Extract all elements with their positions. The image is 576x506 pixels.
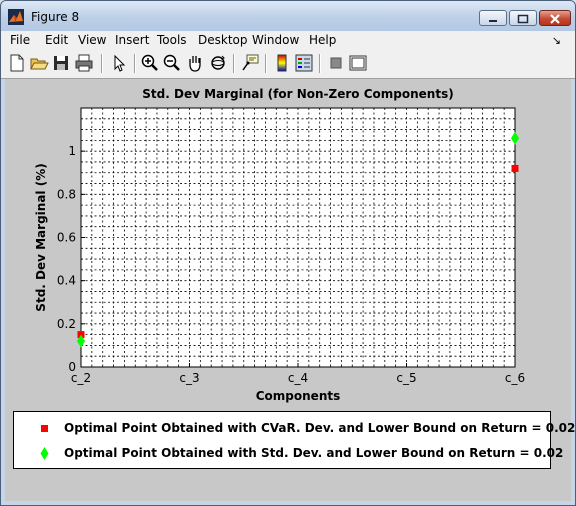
x-axis-label: Components: [256, 389, 341, 403]
minimize-icon: [489, 20, 497, 22]
y-tick-label: 0.6: [57, 231, 76, 245]
y-tick-label: 0.8: [57, 187, 76, 201]
legend-diamond-marker-icon: [40, 447, 49, 460]
menubar-dock-arrow-icon[interactable]: ↘: [552, 34, 561, 47]
zoom-in-icon[interactable]: [140, 53, 160, 73]
save-icon[interactable]: [51, 53, 71, 73]
y-tick-label: 1: [68, 144, 76, 158]
close-button[interactable]: [539, 10, 571, 26]
maximize-button[interactable]: [509, 10, 537, 26]
menu-window[interactable]: Window: [252, 33, 299, 47]
hide-plot-tools-icon[interactable]: [326, 53, 346, 73]
menu-insert[interactable]: Insert: [115, 33, 149, 47]
pan-hand-icon[interactable]: [185, 53, 205, 73]
legend[interactable]: Optimal Point Obtained with CVaR. Dev. a…: [13, 411, 575, 469]
title-bar[interactable]: Figure 8: [1, 1, 575, 31]
close-icon: [550, 14, 560, 24]
x-tick-label: c_4: [288, 371, 308, 385]
zoom-out-icon[interactable]: [162, 53, 182, 73]
figure-toolbar: [1, 50, 575, 79]
open-file-icon[interactable]: [29, 53, 49, 73]
menu-bar: File Edit View Insert Tools Desktop Wind…: [1, 31, 575, 50]
figure-window: Figure 8 File Edit View Insert Tools Des…: [0, 0, 576, 506]
menu-view[interactable]: View: [78, 33, 106, 47]
menu-tools[interactable]: Tools: [157, 33, 187, 47]
legend-label-cvar: Optimal Point Obtained with CVaR. Dev. a…: [64, 421, 576, 435]
insert-legend-icon[interactable]: [294, 53, 314, 73]
y-tick-label: 0.4: [57, 274, 76, 288]
legend-entry-cvar: Optimal Point Obtained with CVaR. Dev. a…: [14, 419, 575, 439]
rotate-3d-icon[interactable]: [208, 53, 228, 73]
menu-file[interactable]: File: [10, 33, 30, 47]
maximize-icon: [517, 14, 529, 24]
insert-colorbar-icon[interactable]: [272, 53, 292, 73]
x-tick-label: c_6: [505, 371, 525, 385]
legend-label-stddev: Optimal Point Obtained with Std. Dev. an…: [64, 446, 564, 460]
edit-plot-arrow-icon[interactable]: [109, 53, 129, 73]
minimize-button[interactable]: [479, 10, 507, 26]
plot-axes[interactable]: 00.20.40.60.81c_2 c_3 c_4 c_5 c_6 Std. Dev M…: [5, 79, 571, 409]
legend-square-marker-icon: [41, 425, 48, 432]
x-tick-label: c_3: [179, 371, 199, 385]
print-icon[interactable]: [74, 53, 94, 73]
menu-edit[interactable]: Edit: [45, 33, 68, 47]
plot-title: Std. Dev Marginal (for Non-Zero Componen…: [142, 87, 453, 101]
matlab-icon: [8, 9, 24, 25]
menu-help[interactable]: Help: [309, 33, 336, 47]
new-figure-icon[interactable]: [7, 53, 27, 73]
y-tick-label: 0.2: [57, 317, 76, 331]
window-title: Figure 8: [31, 10, 80, 24]
y-axis-label: Std. Dev Marginal (%): [34, 163, 48, 311]
data-cursor-icon[interactable]: [240, 53, 260, 73]
x-tick-label: c_2: [71, 371, 91, 385]
figure-canvas: 0 0.2 0.4 0.6 0.8 1 c_2 c_3 c_4 c_5 c_6 Std. Dev M…: [5, 79, 575, 501]
menu-desktop[interactable]: Desktop: [198, 33, 248, 47]
legend-entry-stddev: Optimal Point Obtained with Std. Dev. an…: [14, 444, 563, 464]
show-plot-tools-icon[interactable]: [348, 53, 368, 73]
data-point-square-series-0: [511, 164, 519, 172]
x-tick-label: c_5: [396, 371, 416, 385]
